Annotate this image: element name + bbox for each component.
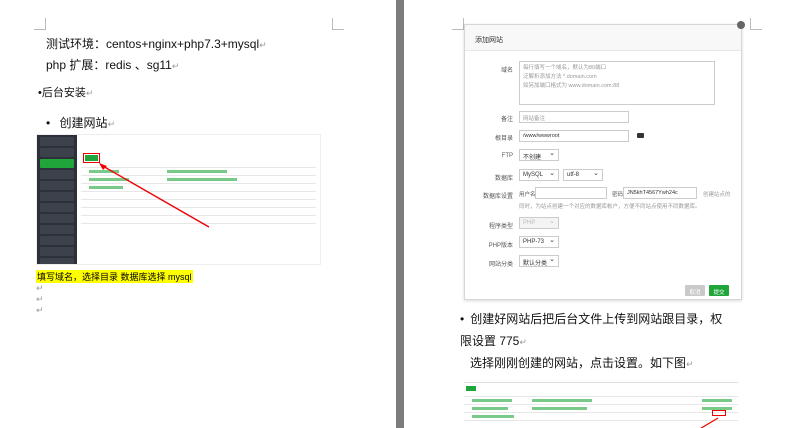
- domain-textarea[interactable]: 每行填写一个域名，默认为80端口 泛解析添加方法 *.domain.com 如另…: [519, 61, 715, 105]
- db-select[interactable]: MySQL: [519, 169, 559, 181]
- select-site-line[interactable]: 选择刚刚创建的网站，点击设置。如下图↵: [470, 354, 694, 371]
- add-site-dialog: 添加网站 域名 每行填写一个域名，默认为80端口 泛解析添加方法 *.domai…: [464, 21, 745, 300]
- para-mark: ↵: [36, 305, 44, 315]
- step-upload[interactable]: 创建好网站后把后台文件上传到网站跟目录，权: [460, 310, 722, 327]
- ftp-label: FTP: [501, 153, 513, 159]
- db-user-input[interactable]: [535, 187, 607, 199]
- page-gutter: [396, 0, 404, 428]
- ftp-select[interactable]: 不创建: [519, 149, 559, 161]
- db-charset-select[interactable]: utf-8: [563, 169, 603, 181]
- panel-screenshot: [36, 134, 321, 265]
- document-page-right: 添加网站 域名 每行填写一个域名，默认为80端口 泛解析添加方法 *.domai…: [404, 0, 800, 428]
- cancel-button[interactable]: 取消: [685, 285, 705, 296]
- para-mark: ↵: [36, 283, 44, 293]
- domain-label: 域名: [500, 68, 513, 74]
- db-pass-input[interactable]: JN5khT4567Ywh24c: [623, 187, 697, 199]
- folder-icon[interactable]: [637, 133, 644, 138]
- prog-type-select[interactable]: PHP: [519, 217, 559, 229]
- site-list-screenshot: [462, 374, 740, 428]
- install-heading[interactable]: •后台安装↵: [38, 84, 93, 100]
- close-icon[interactable]: [737, 21, 745, 29]
- note-highlight[interactable]: 填写域名，选择目录 数据库选择 mysql: [36, 270, 193, 283]
- step-upload-cont[interactable]: 限设置 775↵: [460, 332, 527, 349]
- ext-line[interactable]: php 扩展：redis 、sg11↵: [46, 56, 179, 73]
- remark-label: 备注: [500, 117, 513, 123]
- red-arrow: [700, 417, 719, 428]
- php-label: PHP版本: [488, 243, 513, 249]
- db-label: 数据库: [494, 176, 513, 182]
- step-create-site[interactable]: 创建网站↵: [46, 114, 116, 131]
- db-user-label: 用户名: [519, 192, 536, 198]
- para-mark: ↵: [36, 294, 44, 304]
- root-label: 根目录: [494, 136, 513, 142]
- category-label: 网站分类: [488, 262, 513, 268]
- category-select[interactable]: 默认分类: [519, 255, 559, 267]
- remark-input[interactable]: 网站备注: [519, 111, 629, 123]
- crop-mark: [452, 18, 464, 30]
- submit-button[interactable]: 提交: [709, 285, 729, 296]
- crop-mark: [750, 18, 762, 30]
- prog-type-label: 程序类型: [488, 224, 513, 230]
- db-hint-2: 同时，为站点创建一个对应的数据库帐户，方便不同站点使用不同数据库。: [519, 204, 701, 210]
- db-pass-label: 密码: [612, 192, 624, 198]
- root-input[interactable]: /www/wwwroot: [519, 130, 629, 142]
- crop-mark: [332, 18, 344, 30]
- db-setting-label: 数据库设置: [482, 194, 513, 200]
- crop-mark: [34, 18, 46, 30]
- red-arrow: [99, 163, 210, 228]
- php-select[interactable]: PHP-73: [519, 236, 559, 248]
- document-page-left: 测试环境：centos+nginx+php7.3+mysql↵ php 扩展：r…: [0, 0, 396, 428]
- dialog-title: 添加网站: [465, 25, 741, 51]
- db-hint-1: 创建站点的: [703, 192, 731, 198]
- env-line[interactable]: 测试环境：centos+nginx+php7.3+mysql↵: [46, 35, 267, 52]
